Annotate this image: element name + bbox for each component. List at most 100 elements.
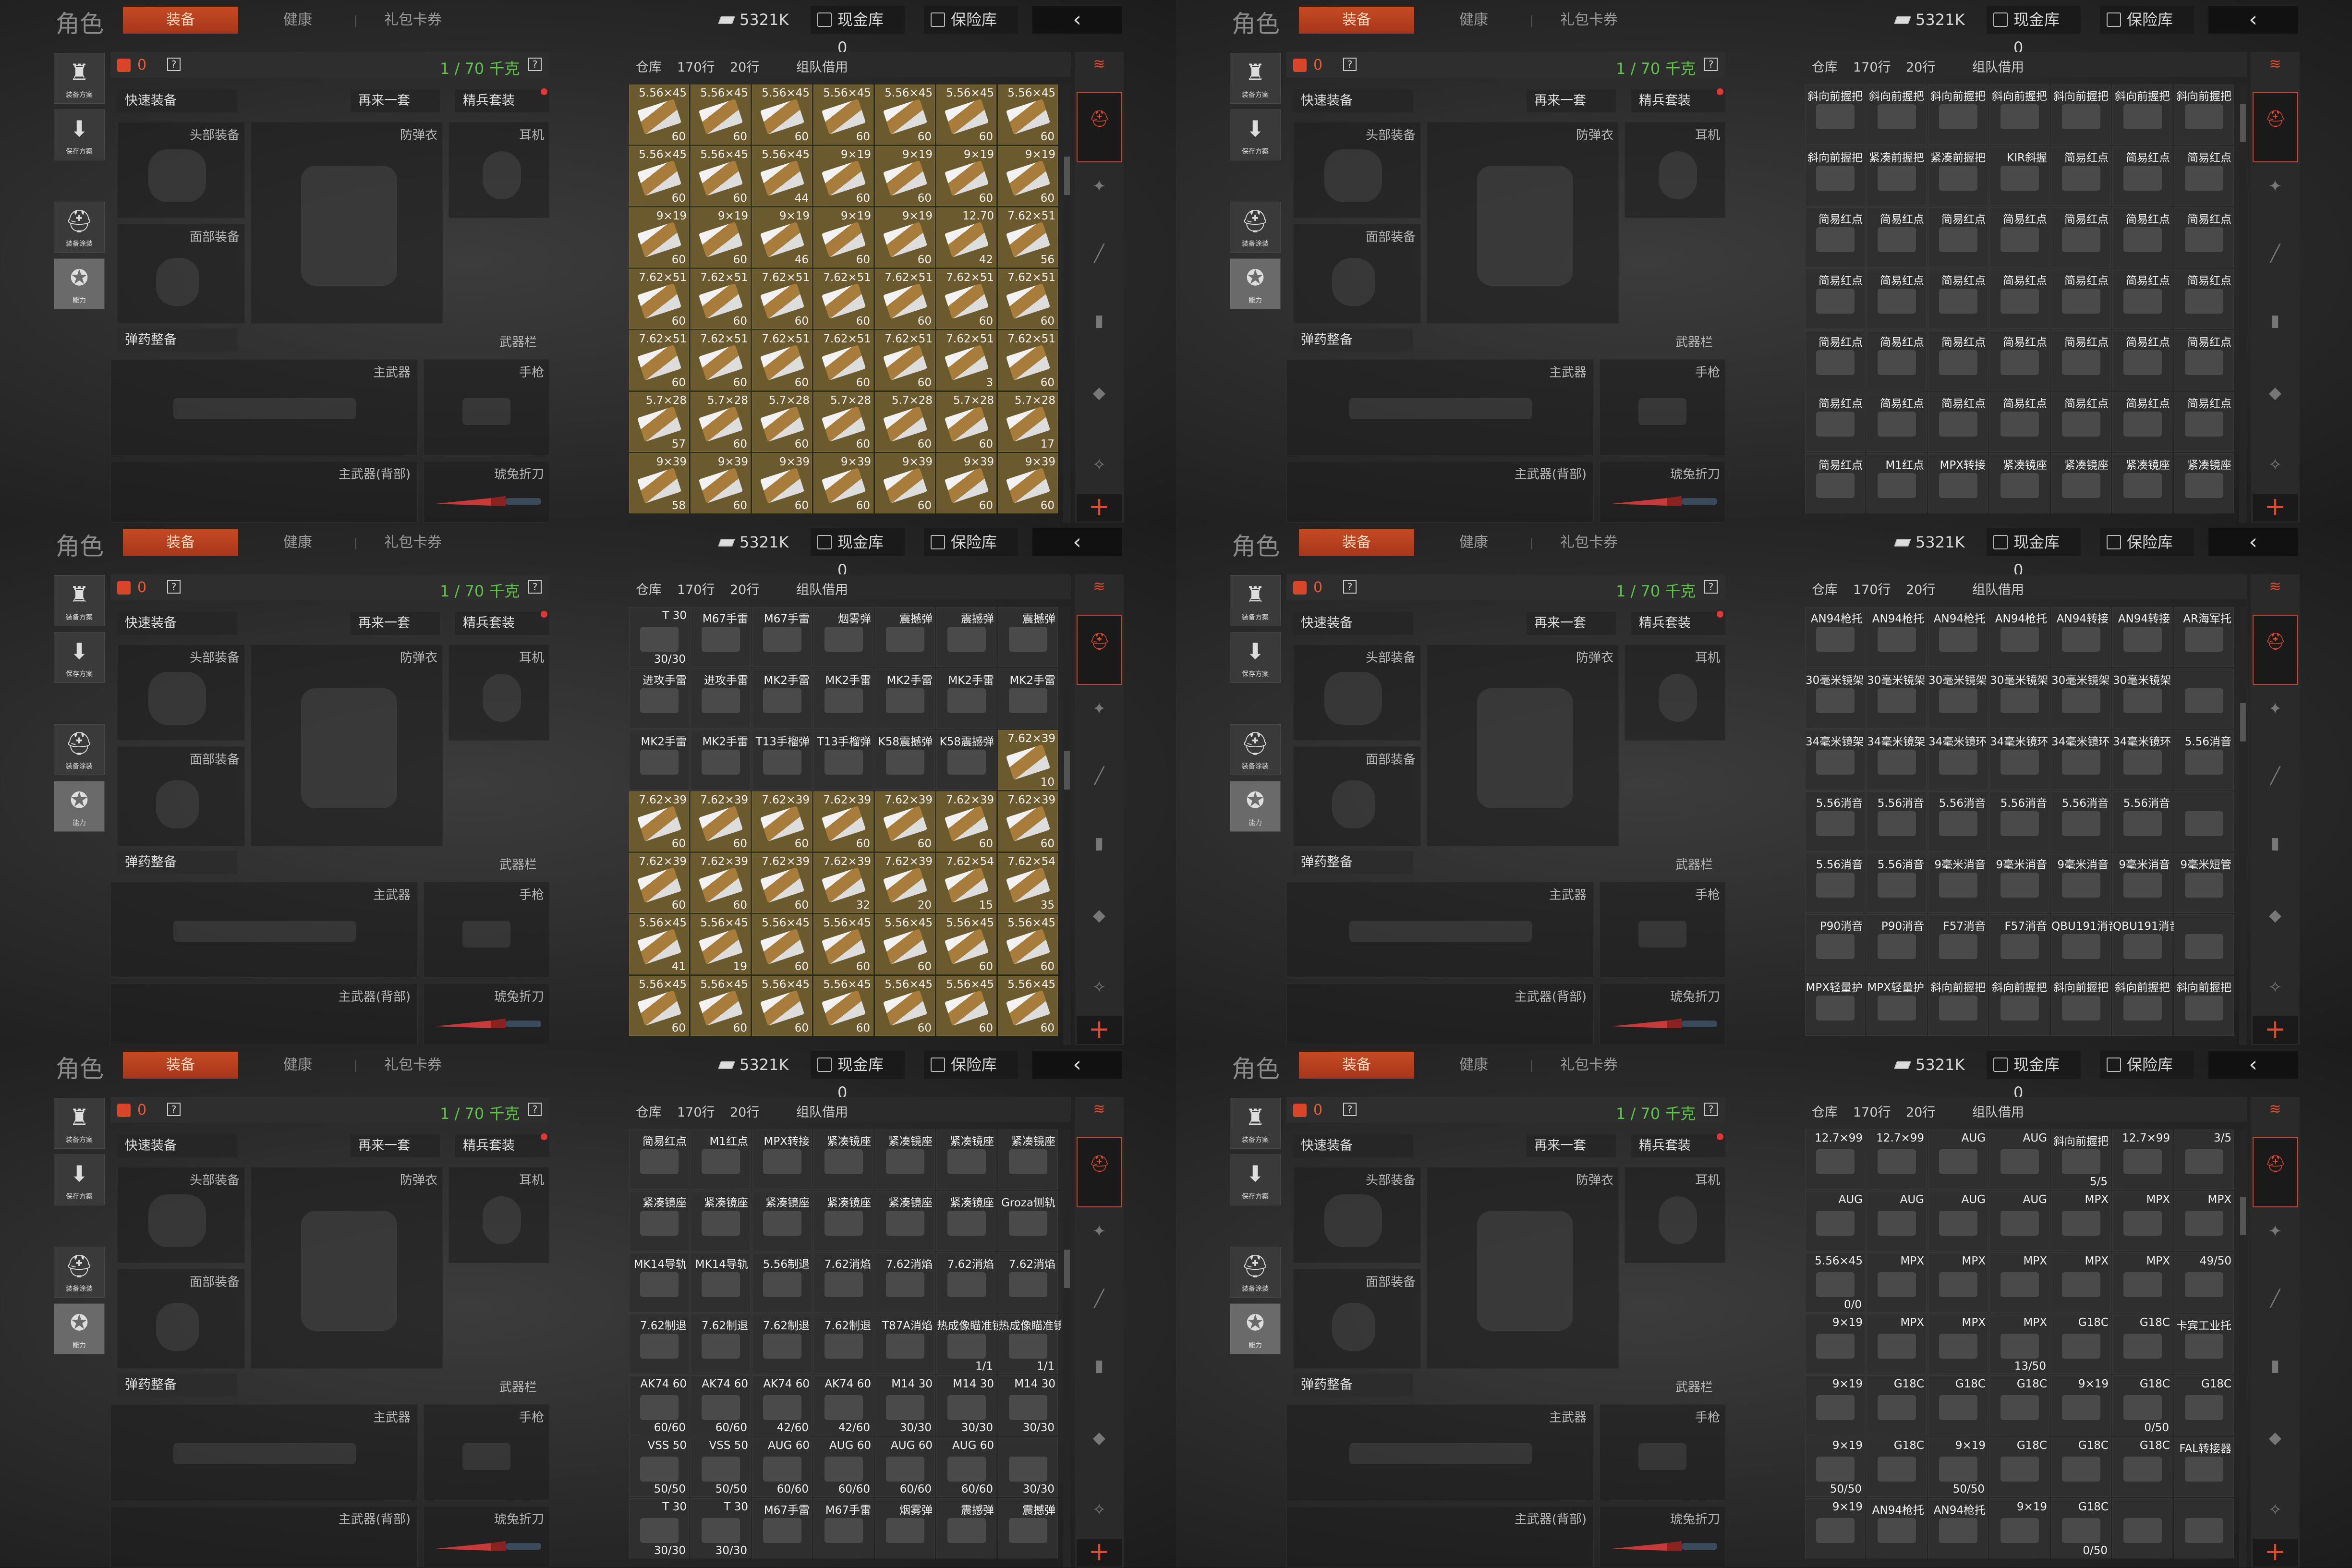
inventory-cell[interactable]: 7.62×51 60 xyxy=(752,269,812,329)
inventory-cell[interactable]: 5.56消音 xyxy=(2051,791,2111,851)
rail-outfit-button[interactable]: ♜ 装备方案 xyxy=(54,1098,105,1149)
ammo-equip-button[interactable]: 弹药整备 xyxy=(117,851,237,874)
elite-set-button[interactable]: 精兵套装 xyxy=(455,88,549,112)
inventory-cell[interactable]: AUG 60 60/60 xyxy=(813,1437,873,1497)
inventory-cell[interactable]: QBU191消音 xyxy=(2051,914,2119,974)
inventory-cell[interactable]: MK2手雷 xyxy=(752,669,812,729)
inventory-cell[interactable]: 7.62×51 60 xyxy=(691,269,751,329)
inventory-cell[interactable]: M67手雷 xyxy=(752,607,812,667)
help-icon[interactable]: ? xyxy=(1343,580,1357,594)
inventory-cell[interactable]: MPX xyxy=(2051,1191,2111,1251)
inventory-cell[interactable]: 5.56×45 60 xyxy=(936,914,996,974)
inventory-cell[interactable]: 12.7×99 xyxy=(1805,1130,1865,1190)
inventory-cell[interactable]: 5.56消音 xyxy=(1928,791,1988,851)
stack-icon[interactable]: ≋ xyxy=(2261,1101,2289,1118)
inventory-cell[interactable]: 9×19 60 xyxy=(875,146,935,206)
tab-health[interactable]: 健康 xyxy=(1445,529,1503,556)
rail-ability-button[interactable]: ✪ 能力 xyxy=(1230,781,1281,832)
tab-health[interactable]: 健康 xyxy=(1445,1052,1503,1079)
inventory-cell[interactable]: 7.62×54 15 xyxy=(936,853,996,913)
inventory-cell[interactable]: 5.7×28 60 xyxy=(752,392,812,452)
inventory-cell[interactable]: MPX xyxy=(2112,1191,2172,1251)
inventory-cell[interactable]: 5.56×45 60 xyxy=(629,85,689,145)
repeat-set-button[interactable]: 再来一套 xyxy=(351,1134,440,1157)
inventory-cell[interactable]: G18C xyxy=(2051,1314,2111,1374)
helmet-slot[interactable]: 头部装备 xyxy=(1293,122,1421,218)
ammo-equip-button[interactable]: 弹药整备 xyxy=(1293,1374,1413,1397)
pistol-slot[interactable]: 手枪 xyxy=(1600,882,1725,978)
bird-icon[interactable]: ✦ xyxy=(1089,177,1109,197)
help-icon[interactable]: ? xyxy=(167,580,181,594)
grenade-icon[interactable]: ◆ xyxy=(2265,1428,2285,1448)
helmet-slot[interactable]: 头部装备 xyxy=(1293,644,1421,741)
inventory-cell[interactable]: 5.56制退 xyxy=(752,1252,812,1313)
helmet-icon[interactable]: ⛑ xyxy=(2265,632,2286,652)
inventory-cell[interactable]: 简易红点 xyxy=(2051,392,2111,452)
inventory-cell[interactable]: G18C xyxy=(2112,1437,2172,1497)
inventory-cell[interactable]: 12.70 42 xyxy=(936,207,996,267)
rifle-icon[interactable]: ╱ xyxy=(1089,766,1109,787)
inventory-cell[interactable]: 5.56×45 60 xyxy=(813,976,873,1036)
inventory-cell[interactable]: 斜向前握把 xyxy=(2051,976,2111,1036)
inventory-cell[interactable]: 5.56×45 60 xyxy=(629,976,689,1036)
tab-warehouse[interactable]: 仓库 xyxy=(636,579,662,598)
inventory-cell[interactable]: 简易红点 xyxy=(1867,392,1927,452)
rifle-icon[interactable]: ╱ xyxy=(1089,244,1109,264)
inventory-cell[interactable]: 7.62×51 60 xyxy=(629,269,689,329)
inventory-cell[interactable]: 简易红点 xyxy=(2051,207,2111,267)
weight-help-icon[interactable]: ? xyxy=(528,1103,542,1116)
inventory-cell[interactable]: 9×19 xyxy=(1805,1498,1865,1558)
inventory-cell[interactable]: 12.7×99 xyxy=(1867,1130,1927,1190)
inventory-cell[interactable]: 7.62制退 xyxy=(629,1314,689,1374)
knife-slot[interactable]: 琥兔折刀 xyxy=(424,984,549,1045)
ammo-equip-button[interactable]: 弹药整备 xyxy=(1293,851,1413,874)
inventory-cell[interactable]: 34毫米镜环 xyxy=(1989,730,2049,790)
inventory-cell[interactable]: MPX xyxy=(2051,1252,2111,1313)
magazine-icon[interactable]: ▮ xyxy=(1089,834,1109,854)
inventory-cell[interactable]: 9×19 50/50 xyxy=(1928,1437,1988,1497)
inventory-cell[interactable]: 9×39 60 xyxy=(813,453,873,513)
warehouse-scrollbar[interactable] xyxy=(1063,85,1071,523)
eagle-icon[interactable]: ✧ xyxy=(1089,455,1109,475)
inventory-cell[interactable]: 5.56×45 60 xyxy=(936,85,996,145)
inventory-cell[interactable]: 5.56×45 60 xyxy=(875,85,935,145)
inventory-cell[interactable]: 5.56×45 41 xyxy=(629,914,689,974)
inventory-cell[interactable]: AN94枪托 xyxy=(1867,1498,1927,1558)
inventory-cell[interactable]: 7.62×39 32 xyxy=(813,853,873,913)
back-weapon-slot[interactable]: 主武器(背部) xyxy=(110,461,418,523)
back-weapon-slot[interactable]: 主武器(背部) xyxy=(1286,461,1594,523)
inventory-cell[interactable]: MPX 13/50 xyxy=(1989,1314,2049,1374)
tab-team-borrow[interactable]: 组队借用 xyxy=(796,57,848,75)
inventory-cell[interactable]: 49/50 xyxy=(2174,1252,2234,1313)
weight-help-icon[interactable]: ? xyxy=(1704,1103,1718,1116)
inventory-cell[interactable]: 斜向前握把 xyxy=(1989,85,2049,145)
inventory-cell[interactable]: 简易红点 xyxy=(1805,453,1865,513)
rail-ability-button[interactable]: ✪ 能力 xyxy=(54,258,105,309)
inventory-cell[interactable]: G18C xyxy=(2174,1375,2234,1435)
inventory-cell[interactable]: 7.62×39 60 xyxy=(629,853,689,913)
grenade-icon[interactable]: ◆ xyxy=(1089,906,1109,926)
bird-icon[interactable]: ✦ xyxy=(2265,1222,2285,1242)
headset-slot[interactable]: 耳机 xyxy=(1625,122,1725,218)
rail-outfit-button[interactable]: ♜ 装备方案 xyxy=(1230,575,1281,626)
grenade-icon[interactable]: ◆ xyxy=(1089,1428,1109,1448)
inventory-cell[interactable]: G18C xyxy=(1989,1437,2049,1497)
magazine-icon[interactable]: ▮ xyxy=(1089,1356,1109,1376)
inventory-cell[interactable]: G18C 0/50 xyxy=(2112,1375,2172,1435)
inventory-cell[interactable]: 5.56×45 60 xyxy=(936,976,996,1036)
knife-slot[interactable]: 琥兔折刀 xyxy=(1600,461,1725,523)
cash-vault-button[interactable]: 现金库 0 xyxy=(1987,1051,2081,1102)
inventory-cell[interactable]: 5.56×45 60 xyxy=(752,976,812,1036)
inventory-cell[interactable]: 5.56×45 60 xyxy=(998,976,1058,1036)
armor-slot[interactable]: 防弹衣 xyxy=(251,1167,443,1369)
inventory-cell[interactable]: 7.62×51 60 xyxy=(813,269,873,329)
weight-help-icon[interactable]: ? xyxy=(528,580,542,594)
inventory-cell[interactable]: 简易红点 xyxy=(2112,207,2172,267)
inventory-cell[interactable]: 7.62×39 60 xyxy=(629,791,689,851)
stack-icon[interactable]: ≋ xyxy=(2261,578,2289,595)
inventory-cell[interactable]: MK14导轨 xyxy=(629,1252,689,1313)
rifle-icon[interactable]: ╱ xyxy=(2265,766,2285,787)
inventory-cell[interactable]: AK74 60 60/60 xyxy=(629,1375,689,1435)
tab-warehouse[interactable]: 仓库 xyxy=(636,1102,662,1120)
safe-vault-button[interactable]: 保险库 xyxy=(924,528,1018,556)
